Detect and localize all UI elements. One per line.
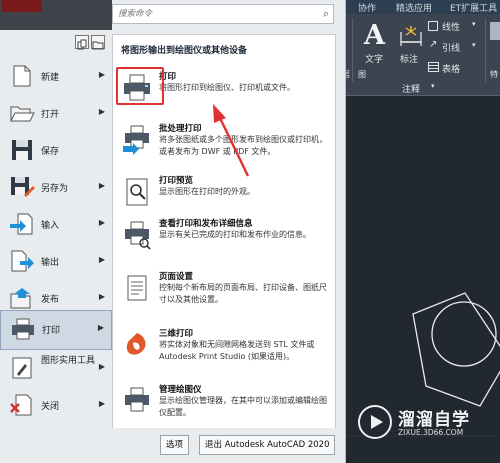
watermark: 溜溜自学 ZIXUE.3D66.COM (358, 405, 500, 445)
bottom-bar: 选项 退出 Autodesk AutoCAD 2020 (112, 428, 344, 463)
table-icon (428, 62, 439, 72)
ribbon-divider (485, 18, 486, 82)
linear-dim-icon (428, 21, 438, 31)
tab-collaborate[interactable]: 协作 (358, 1, 376, 14)
drawing-area[interactable]: 协作 精选应用 ET扩展工具 A 文字 标注 线性 ▾ ↗ 引线 ▾ 表格 注释… (340, 0, 500, 463)
layer-icon (490, 22, 500, 40)
linear-dim-label[interactable]: 线性 (442, 20, 460, 33)
leader-icon: ↗ (429, 39, 438, 50)
linear-dropdown-icon[interactable]: ▾ (472, 20, 476, 28)
exit-button[interactable]: 退出 Autodesk AutoCAD 2020 (199, 435, 336, 455)
watermark-logo-icon (358, 405, 392, 439)
watermark-title: 溜溜自学 (398, 410, 470, 430)
ribbon-panel: A 文字 标注 线性 ▾ ↗ 引线 ▾ 表格 注释 ▾ 图 层 特 (340, 14, 500, 96)
text-tool-icon[interactable]: A (364, 20, 385, 51)
tab-featured-apps[interactable]: 精选应用 (396, 1, 432, 14)
leader-dropdown-icon[interactable]: ▾ (472, 41, 476, 49)
ribbon-divider (352, 18, 353, 82)
annotation-panel-label[interactable]: 注释 (402, 82, 420, 95)
tab-express-tools[interactable]: ET扩展工具 (450, 1, 497, 14)
application-menu: ⌕ 新建 ▶ 打开 ▶ 保 (0, 0, 346, 463)
dimension-label[interactable]: 标注 (400, 52, 418, 65)
watermark-url: ZIXUE.3D66.COM (398, 428, 464, 437)
table-label[interactable]: 表格 (442, 62, 460, 75)
text-tool-label[interactable]: 文字 (365, 52, 383, 65)
partial-label: 图 (358, 70, 366, 79)
partial-label: 特 (490, 70, 498, 79)
annotation-arrow (213, 104, 250, 177)
leader-label[interactable]: 引线 (442, 41, 460, 54)
dimension-icon[interactable] (398, 24, 424, 48)
ribbon-tab-bar: 协作 精选应用 ET扩展工具 (340, 0, 500, 14)
options-button[interactable]: 选项 (160, 435, 190, 455)
annotation-expand-icon[interactable]: ▾ (431, 82, 435, 90)
